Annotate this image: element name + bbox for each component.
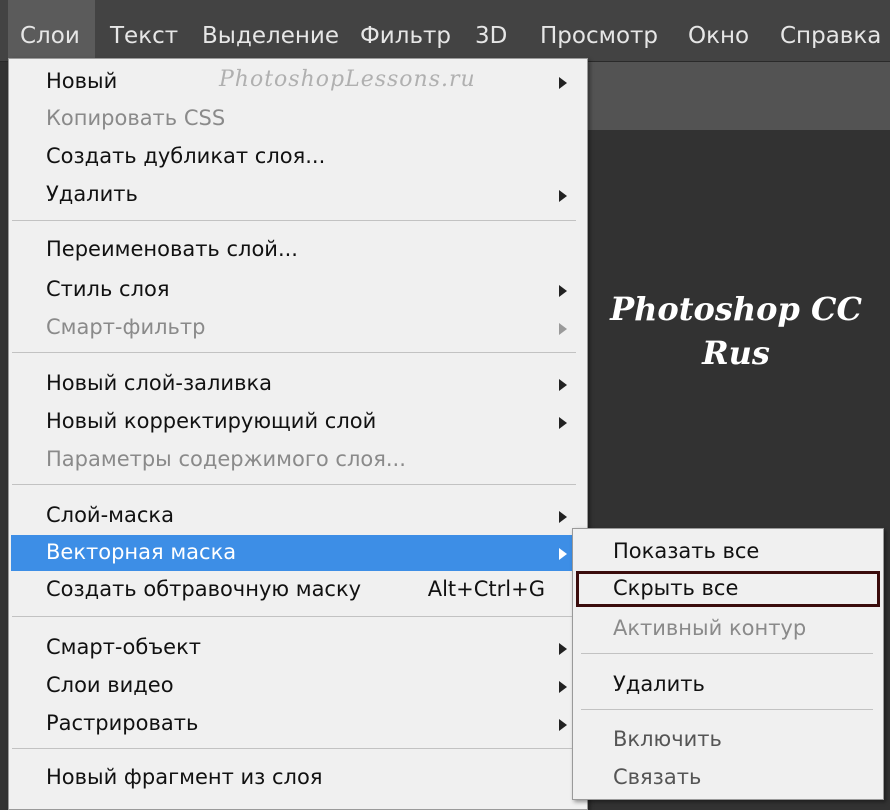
menubar-item-filter[interactable]: Фильтр bbox=[360, 0, 451, 62]
submenu-arrow-icon bbox=[559, 681, 567, 693]
menubar-item-3d[interactable]: 3D bbox=[475, 0, 507, 62]
menubar-item-help[interactable]: Справка bbox=[780, 0, 881, 62]
submenu-arrow-icon bbox=[559, 285, 567, 297]
menu-item-label: Векторная маска bbox=[46, 540, 237, 564]
menu-item-label: Слои видео bbox=[46, 673, 174, 697]
menu-item-label: Новый слой-заливка bbox=[46, 371, 272, 395]
menu-item-new-adjustment-layer[interactable]: Новый корректирующий слой bbox=[11, 404, 577, 440]
vector-mask-submenu: Показать все Скрыть все Активный контур … bbox=[572, 528, 884, 800]
submenu-arrow-icon bbox=[559, 511, 567, 523]
menu-item-new[interactable]: Новый bbox=[11, 64, 577, 100]
submenu-item-link[interactable]: Связать bbox=[576, 760, 880, 796]
submenu-item-reveal-all[interactable]: Показать все bbox=[576, 534, 880, 570]
menu-item-layer-style[interactable]: Стиль слоя bbox=[11, 272, 577, 308]
menu-item-create-clipping-mask[interactable]: Создать обтравочную маску Alt+Ctrl+G bbox=[11, 572, 577, 608]
menu-item-label: Создать дубликат слоя... bbox=[46, 144, 326, 168]
menu-item-label: Смарт-объект bbox=[46, 635, 201, 659]
canvas-title-line2: Rus bbox=[702, 334, 770, 372]
menu-item-label: Параметры содержимого слоя... bbox=[46, 447, 406, 471]
options-bar bbox=[580, 62, 890, 130]
menu-item-rename-layer[interactable]: Переименовать слой... bbox=[11, 232, 577, 268]
submenu-item-label: Скрыть все bbox=[613, 576, 739, 600]
menu-item-new-fill-layer[interactable]: Новый слой-заливка bbox=[11, 366, 577, 402]
menu-item-layer-content-options[interactable]: Параметры содержимого слоя... bbox=[11, 442, 577, 478]
submenu-item-current-path[interactable]: Активный контур bbox=[576, 611, 880, 647]
submenu-arrow-icon bbox=[559, 548, 567, 560]
menu-separator bbox=[12, 748, 576, 749]
layers-menu: PhotoshopLessons.ru Новый Копировать CSS… bbox=[8, 58, 588, 810]
submenu-arrow-icon bbox=[559, 417, 567, 429]
menu-item-smart-object[interactable]: Смарт-объект bbox=[11, 630, 577, 666]
submenu-separator bbox=[581, 709, 873, 710]
menubar-item-select[interactable]: Выделение bbox=[202, 0, 339, 62]
menu-item-label: Новый bbox=[46, 69, 118, 93]
submenu-item-enable[interactable]: Включить bbox=[576, 722, 880, 758]
menu-item-label: Переименовать слой... bbox=[46, 237, 298, 261]
submenu-arrow-icon bbox=[559, 379, 567, 391]
canvas-title-line1: Photoshop CC bbox=[610, 290, 862, 328]
menubar-item-view[interactable]: Просмотр bbox=[540, 0, 658, 62]
submenu-item-label: Активный контур bbox=[613, 616, 807, 640]
submenu-item-label: Связать bbox=[613, 765, 702, 789]
submenu-arrow-icon bbox=[559, 323, 567, 335]
menu-item-vector-mask[interactable]: Векторная маска bbox=[11, 535, 577, 571]
menubar-item-layers[interactable]: Слои bbox=[8, 0, 95, 62]
submenu-item-label: Включить bbox=[613, 727, 722, 751]
menu-item-rasterize[interactable]: Растрировать bbox=[11, 706, 577, 742]
menu-item-label: Новый фрагмент из слоя bbox=[46, 765, 323, 789]
menu-item-new-slice-from-layer[interactable]: Новый фрагмент из слоя bbox=[11, 760, 577, 796]
menu-item-label: Стиль слоя bbox=[46, 277, 170, 301]
submenu-item-label: Удалить bbox=[613, 672, 705, 696]
submenu-arrow-icon bbox=[559, 77, 567, 89]
submenu-arrow-icon bbox=[559, 643, 567, 655]
menubar-item-window[interactable]: Окно bbox=[688, 0, 749, 62]
menu-bar: Слои Текст Выделение Фильтр 3D Просмотр … bbox=[0, 0, 890, 62]
menu-item-label: Удалить bbox=[46, 182, 138, 206]
menu-item-label: Растрировать bbox=[46, 711, 199, 735]
menu-item-smart-filter[interactable]: Смарт-фильтр bbox=[11, 310, 577, 346]
menu-item-label: Копировать CSS bbox=[46, 106, 226, 130]
menu-separator bbox=[12, 484, 576, 485]
submenu-arrow-icon bbox=[559, 719, 567, 731]
menu-item-duplicate-layer[interactable]: Создать дубликат слоя... bbox=[11, 139, 577, 175]
submenu-item-label: Показать все bbox=[613, 539, 760, 563]
submenu-arrow-icon bbox=[559, 190, 567, 202]
menu-separator bbox=[12, 616, 576, 617]
menu-item-label: Слой-маска bbox=[46, 503, 174, 527]
menu-item-delete[interactable]: Удалить bbox=[11, 177, 577, 213]
submenu-separator bbox=[581, 653, 873, 654]
submenu-item-delete[interactable]: Удалить bbox=[576, 667, 880, 703]
menu-item-copy-css[interactable]: Копировать CSS bbox=[11, 101, 577, 137]
menu-separator bbox=[12, 220, 576, 221]
menu-item-label: Создать обтравочную маску bbox=[46, 577, 362, 601]
menu-item-label: Новый корректирующий слой bbox=[46, 409, 377, 433]
menubar-item-type[interactable]: Текст bbox=[110, 0, 178, 62]
menu-item-layer-mask[interactable]: Слой-маска bbox=[11, 498, 577, 534]
menu-item-label: Смарт-фильтр bbox=[46, 315, 206, 339]
submenu-item-hide-all[interactable]: Скрыть все bbox=[576, 571, 880, 607]
menu-item-shortcut: Alt+Ctrl+G bbox=[427, 577, 545, 601]
menu-item-video-layers[interactable]: Слои видео bbox=[11, 668, 577, 704]
menu-separator bbox=[12, 352, 576, 353]
